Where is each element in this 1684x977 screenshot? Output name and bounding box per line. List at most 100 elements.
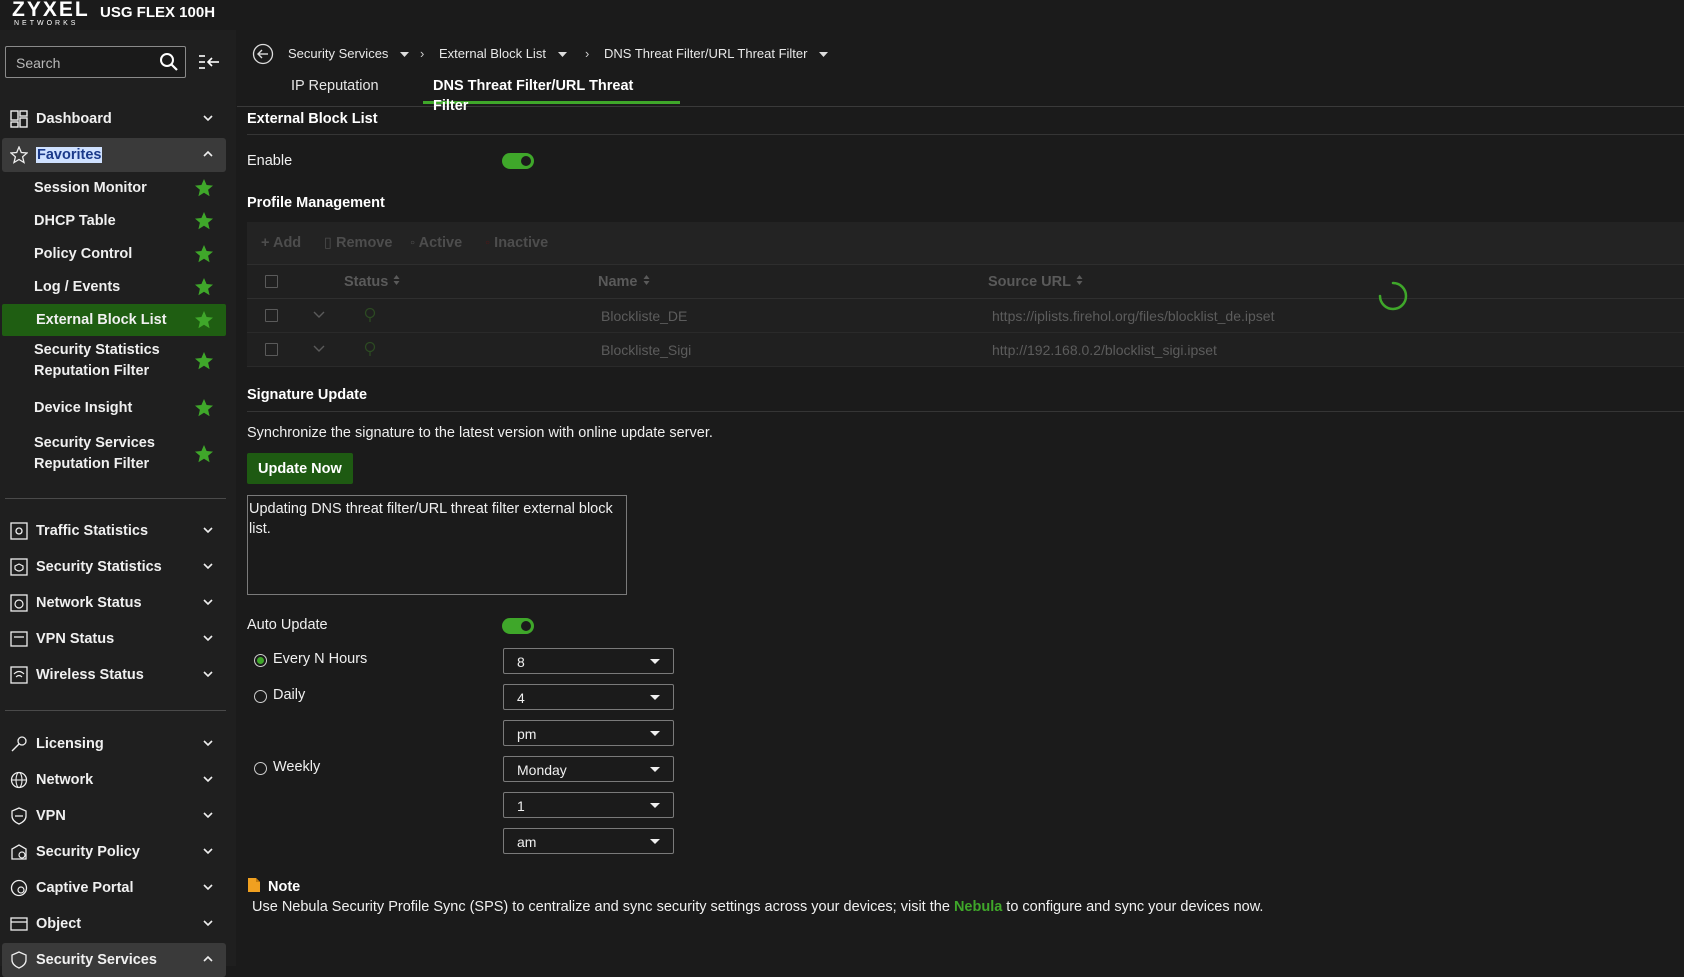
star-filled-icon[interactable] [194,277,214,297]
sidebar-item-traffic-statistics[interactable]: Traffic Statistics [0,514,226,548]
breadcrumb-dns-threat-filter[interactable]: DNS Threat Filter/URL Threat Filter [604,46,829,61]
favorite-label: Device Insight [34,400,133,416]
caret-down-icon [819,51,829,57]
chevron-down-icon [203,671,213,678]
security-policy-icon [11,844,27,860]
every-n-hours-radio[interactable] [254,654,267,667]
favorite-label-line2: Reputation Filter [34,456,150,472]
sidebar-item-label: Security Policy [36,844,140,860]
section-divider [247,134,1684,135]
active-button[interactable]: ◦ Active [410,235,462,251]
weekly-radio[interactable] [254,762,267,775]
tab-bar: IP Reputation DNS Threat Filter/URL Thre… [237,76,1684,114]
expand-chevron-icon[interactable] [313,311,325,319]
favorite-item-log-events[interactable]: Log / Events [0,271,226,303]
sidebar-item-dashboard[interactable]: Dashboard [0,102,226,136]
sort-icon [643,275,649,285]
sidebar-item-favorites[interactable]: Favorites [2,138,226,172]
sidebar-item-object[interactable]: Object [0,907,226,941]
breadcrumb-label: Security Services [288,46,389,61]
table-row[interactable]: Blockliste_Sigi http://192.168.0.2/block… [247,333,1684,367]
inactive-button[interactable]: ◦ Inactive [485,235,548,251]
daily-hour-select[interactable]: 4 [503,684,674,710]
daily-ampm-select[interactable]: pm [503,720,674,746]
favorite-label: Policy Control [34,246,133,262]
enable-toggle[interactable] [502,153,534,169]
collapse-sidebar-icon[interactable] [198,52,220,72]
star-filled-icon[interactable] [194,211,214,231]
favorite-label: Security Services [34,435,155,451]
sidebar-item-licensing[interactable]: Licensing [0,727,226,761]
weekly-hour-select[interactable]: 1 [503,792,674,818]
update-now-button[interactable]: Update Now [247,453,353,484]
sidebar-item-security-policy[interactable]: Security Policy [0,835,226,869]
dropdown-caret-icon [650,731,660,736]
favorite-item-device-insight[interactable]: Device Insight [0,392,226,424]
zyxel-logo[interactable]: ZYXEL NETWORKS [12,0,90,27]
daily-label: Daily [273,687,306,703]
sidebar-item-wireless-status[interactable]: Wireless Status [0,658,226,692]
star-filled-icon[interactable] [194,398,214,418]
loading-spinner-icon [1378,281,1408,311]
auto-update-toggle[interactable] [502,618,534,634]
nebula-link[interactable]: Nebula [954,899,1002,915]
logo-brand: ZYXEL [12,0,90,21]
star-outline-icon [10,146,28,164]
signature-description: Synchronize the signature to the latest … [247,425,713,441]
breadcrumb-security-services[interactable]: Security Services [288,46,410,61]
expand-chevron-icon[interactable] [313,345,325,353]
sidebar-item-network-status[interactable]: Network Status [0,586,226,620]
favorite-item-security-services-reputation-filter[interactable]: Security Services Reputation Filter [0,432,226,476]
table-row[interactable]: Blockliste_DE https://iplists.firehol.or… [247,299,1684,333]
sidebar-divider [5,710,226,711]
every-n-hours-select[interactable]: 8 [503,648,674,674]
select-all-checkbox[interactable] [265,275,278,288]
star-filled-icon[interactable] [194,444,214,464]
column-name[interactable]: Name [598,274,650,290]
note-text-after: to configure and sync your devices now. [1002,899,1264,915]
update-log-textarea[interactable]: Updating DNS threat filter/URL threat fi… [247,495,627,595]
tab-dns-threat-filter[interactable]: DNS Threat Filter/URL Threat Filter [423,76,680,114]
back-arrow-icon[interactable] [252,43,274,65]
chevron-down-icon [203,527,213,534]
chevron-down-icon [203,776,213,783]
favorite-item-session-monitor[interactable]: Session Monitor [0,172,226,204]
search-icon[interactable] [159,52,179,72]
favorite-item-policy-control[interactable]: Policy Control [0,238,226,270]
sidebar-item-captive-portal[interactable]: Captive Portal [0,871,226,905]
column-source-url[interactable]: Source URL [988,274,1083,290]
main-content: Security Services › External Block List … [237,30,1684,966]
star-filled-icon[interactable] [194,244,214,264]
caret-down-icon [400,51,410,57]
sidebar-item-network[interactable]: Network [0,763,226,797]
column-status[interactable]: Status [344,274,400,290]
top-bar: ZYXEL NETWORKS USG FLEX 100H [0,0,1684,30]
row-checkbox[interactable] [265,343,278,356]
favorite-item-security-statistics-reputation-filter[interactable]: Security Statistics Reputation Filter [0,339,226,383]
tab-ip-reputation[interactable]: IP Reputation [281,76,389,104]
search-input[interactable] [14,52,158,74]
remove-button[interactable]: ▯ Remove [324,235,392,251]
dashboard-icon [10,110,28,128]
sidebar-item-label: Object [36,916,82,932]
add-button[interactable]: + Add [261,235,301,251]
row-checkbox[interactable] [265,309,278,322]
breadcrumb-label: External Block List [439,46,546,61]
dropdown-caret-icon [650,803,660,808]
daily-radio[interactable] [254,690,267,703]
cell-source-url: http://192.168.0.2/blocklist_sigi.ipset [992,342,1217,358]
sidebar-item-vpn[interactable]: VPN [0,799,226,833]
star-filled-icon[interactable] [194,310,214,330]
favorite-item-external-block-list[interactable]: External Block List [2,304,226,336]
sidebar-item-security-services[interactable]: Security Services [2,943,226,977]
cell-name: Blockliste_DE [601,308,688,324]
star-filled-icon[interactable] [194,351,214,371]
sidebar-item-security-statistics[interactable]: Security Statistics [0,550,226,584]
breadcrumb-external-block-list[interactable]: External Block List [439,46,567,61]
sidebar-item-vpn-status[interactable]: VPN Status [0,622,226,656]
weekly-day-select[interactable]: Monday [503,756,674,782]
favorite-label-line2: Reputation Filter [34,363,150,379]
star-filled-icon[interactable] [194,178,214,198]
weekly-ampm-select[interactable]: am [503,828,674,854]
favorite-item-dhcp-table[interactable]: DHCP Table [0,205,226,237]
